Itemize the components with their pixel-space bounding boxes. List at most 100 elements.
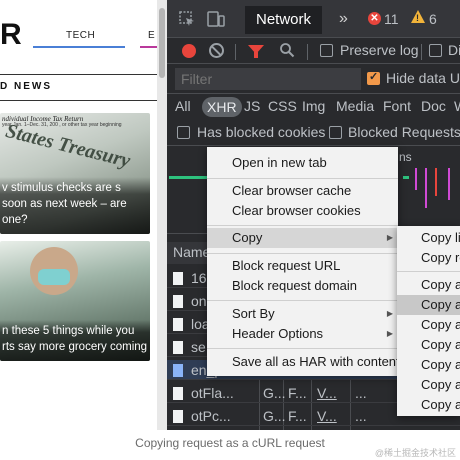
request-file-icon	[173, 318, 183, 331]
menu-separator	[207, 225, 398, 226]
record-icon[interactable]	[182, 44, 196, 58]
submenu-item-copy-as-curl[interactable]: Copy as	[397, 295, 460, 315]
more-tabs-icon[interactable]: »	[339, 10, 348, 28]
disable-cache-checkbox[interactable]	[429, 44, 442, 57]
network-toolbar: Preserve log Di	[167, 38, 460, 64]
menu-item-clear-cache[interactable]: Clear browser cache	[207, 181, 398, 201]
timeline-marker	[448, 168, 450, 200]
more-options-icon[interactable]: ⋮	[454, 9, 460, 29]
submenu-arrow-icon: ▶	[386, 309, 393, 318]
type-cell: F...	[288, 385, 307, 401]
menu-item-sort-by-label: Sort By	[232, 306, 275, 321]
request-name[interactable]: on	[191, 293, 207, 309]
type-cell: F...	[288, 408, 307, 424]
error-icon[interactable]: ✕	[368, 12, 381, 25]
type-ws[interactable]: W	[454, 98, 460, 114]
article-card[interactable]: n these 5 things while you rts say more …	[0, 241, 150, 361]
device-toolbar-icon[interactable]	[207, 11, 225, 31]
section-rule-bottom	[0, 100, 157, 101]
copy-submenu: Copy lin Copy re Copy as Copy as Copy as…	[397, 226, 460, 416]
article-headline[interactable]: n these 5 things while you rts say more …	[0, 320, 150, 361]
blocked-cookies-label[interactable]: Has blocked cookies	[197, 124, 325, 140]
submenu-item-copy-all[interactable]: Copy al	[397, 355, 460, 375]
type-img[interactable]: Img	[302, 98, 325, 114]
preserve-log-label[interactable]: Preserve log	[340, 42, 419, 58]
search-icon[interactable]	[279, 42, 295, 62]
request-name[interactable]: otPc...	[191, 408, 231, 424]
status-cell: G...	[263, 408, 286, 424]
status-cell: G...	[263, 385, 286, 401]
website-panel: R TECH E D NEWS ndividual Income Tax Ret…	[0, 0, 157, 430]
submenu-item-copy-all[interactable]: Copy al	[397, 335, 460, 355]
type-xhr[interactable]: XHR	[202, 97, 242, 117]
request-name[interactable]: 16	[191, 270, 207, 286]
submenu-item-copy-response[interactable]: Copy re	[397, 248, 460, 268]
menu-item-open-in-new-tab[interactable]: Open in new tab	[207, 153, 398, 173]
section-rule-top	[0, 74, 157, 75]
request-name[interactable]: otFla...	[191, 385, 234, 401]
filter-input[interactable]	[175, 68, 361, 90]
menu-item-sort-by[interactable]: Sort By ▶	[207, 304, 398, 324]
menu-separator	[207, 253, 398, 254]
submenu-item-copy-as[interactable]: Copy as	[397, 315, 460, 335]
submenu-item-copy-as[interactable]: Copy as	[397, 275, 460, 295]
hide-data-urls-label[interactable]: Hide data UR	[386, 70, 460, 86]
menu-item-save-har[interactable]: Save all as HAR with content	[207, 352, 400, 372]
devtools-tabbar: Network » ✕ 11 ! 6 ⋮	[167, 0, 460, 38]
menu-item-copy[interactable]: Copy ▶	[207, 228, 398, 248]
menu-item-header-options[interactable]: Header Options ▶	[207, 324, 398, 344]
timeline-marker	[435, 168, 437, 196]
page-scrollbar[interactable]	[157, 0, 167, 430]
type-js[interactable]: JS	[244, 98, 260, 114]
blocked-cookies-checkbox[interactable]	[177, 126, 190, 139]
name-column-header[interactable]: Name	[173, 244, 210, 260]
request-file-icon	[173, 295, 183, 308]
request-file-icon	[173, 387, 183, 400]
inspect-element-icon[interactable]	[179, 11, 195, 31]
timeline-bar	[403, 176, 409, 179]
type-font[interactable]: Font	[383, 98, 411, 114]
submenu-item-copy-link[interactable]: Copy lin	[397, 228, 460, 248]
menu-item-clear-cookies[interactable]: Clear browser cookies	[207, 201, 398, 221]
toolbar-divider	[421, 44, 422, 60]
menu-item-copy-label: Copy	[232, 230, 263, 245]
tab-network[interactable]: Network	[245, 6, 322, 34]
submenu-item-copy-all[interactable]: Copy al	[397, 395, 460, 415]
article-headline[interactable]: v stimulus checks are s soon as next wee…	[0, 177, 150, 234]
face-mask-image	[38, 269, 70, 285]
disable-cache-label[interactable]: Di	[448, 42, 460, 58]
request-file-icon	[173, 364, 183, 377]
site-logo[interactable]: R	[0, 18, 22, 52]
submenu-arrow-icon: ▶	[386, 233, 393, 242]
type-media[interactable]: Media	[336, 98, 374, 114]
nav-tech-underline	[33, 46, 125, 48]
initiator-cell[interactable]: V...	[317, 385, 337, 401]
type-all[interactable]: All	[175, 98, 191, 114]
request-name[interactable]: se	[191, 339, 206, 355]
nav-tech[interactable]: TECH	[66, 30, 95, 41]
type-doc[interactable]: Doc	[421, 98, 446, 114]
clear-icon[interactable]	[209, 43, 224, 58]
timeline-marker	[415, 168, 417, 190]
request-file-icon	[173, 410, 183, 423]
resource-type-filters: All XHR JS CSS Img Media Font Doc W	[167, 94, 460, 120]
nav-next[interactable]: E	[148, 30, 155, 41]
initiator-cell[interactable]: V...	[317, 408, 337, 424]
type-css[interactable]: CSS	[268, 98, 297, 114]
hide-data-urls-checkbox[interactable]	[367, 70, 380, 85]
menu-separator	[207, 348, 398, 349]
menu-item-block-url[interactable]: Block request URL	[207, 256, 398, 276]
submenu-item-copy-all[interactable]: Copy al	[397, 375, 460, 395]
request-file-icon	[173, 341, 183, 354]
section-heading: D NEWS	[0, 81, 52, 92]
page-scrollbar-thumb[interactable]	[159, 8, 165, 78]
blocked-requests-label[interactable]: Blocked Requests	[348, 124, 460, 140]
error-count[interactable]: 11	[384, 11, 399, 27]
menu-item-block-domain[interactable]: Block request domain	[207, 276, 398, 296]
blocked-requests-checkbox[interactable]	[329, 126, 342, 139]
preserve-log-checkbox[interactable]	[320, 44, 333, 57]
warning-count[interactable]: 6	[429, 11, 437, 27]
filter-row: Hide data UR	[167, 64, 460, 94]
submenu-arrow-icon: ▶	[386, 329, 393, 338]
article-card[interactable]: ndividual Income Tax Return year Jan. 1–…	[0, 113, 150, 234]
